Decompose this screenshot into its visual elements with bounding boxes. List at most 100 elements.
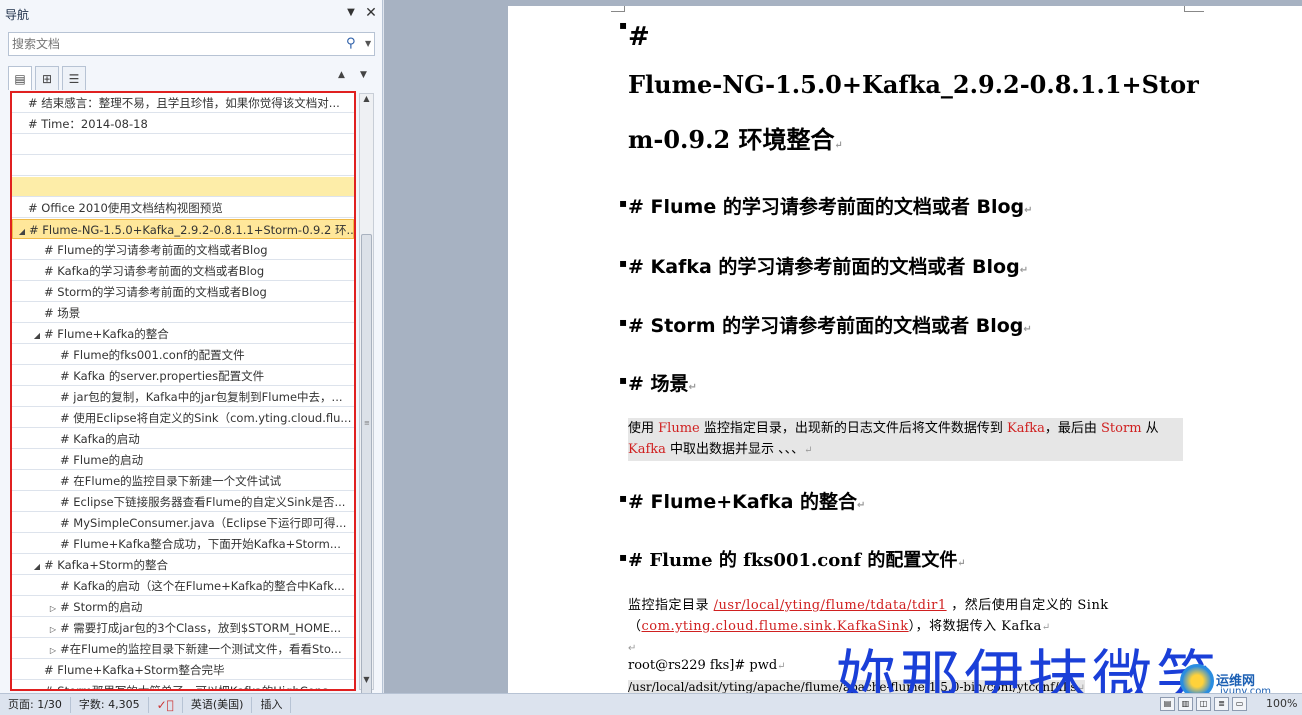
headings-icon: ▤ <box>14 71 26 86</box>
tree-item[interactable]: # Flume+Kafka整合成功，下面开始Kafka+Storm... <box>12 534 354 554</box>
tree-item[interactable] <box>12 156 354 176</box>
tree-item[interactable]: # 结束感言：整理不易，且学且珍惜，如果你觉得该文档对... <box>12 93 354 113</box>
status-word-count[interactable]: 字数: 4,305 <box>71 696 149 713</box>
tree-item[interactable]: # Kafka的启动 <box>12 429 354 449</box>
view-buttons: ▤ ▥ ◫ ≣ ▭ <box>1160 697 1247 711</box>
full-screen-reading-icon[interactable]: ▥ <box>1178 697 1193 711</box>
expand-toggle-icon[interactable]: ▷ <box>48 641 58 658</box>
tree-item[interactable]: # Flume+Kafka+Storm整合完毕 <box>12 660 354 680</box>
scroll-down-arrow-icon[interactable]: ▼ <box>360 675 373 689</box>
tree-item-label: # Time：2014-08-18 <box>28 117 148 131</box>
zoom-level[interactable]: 100% <box>1266 697 1297 710</box>
tree-item-label: #在Flume的监控目录下新建一个测试文件，看看Sto... <box>60 642 342 656</box>
heading-storm-study: ▪ # Storm 的学习请参考前面的文档或者 Blog↵ <box>619 315 1032 337</box>
tree-item[interactable]: ◢ # Flume+Kafka的整合 <box>12 324 354 344</box>
tree-item[interactable]: # Office 2010使用文档结构视图预览 <box>12 198 354 218</box>
tree-item[interactable]: ▷ # Storm的启动 <box>12 597 354 617</box>
scroll-up-arrow-icon[interactable]: ▲ <box>360 94 373 108</box>
crop-mark-left <box>611 6 625 12</box>
close-icon[interactable]: ✕ <box>364 5 378 21</box>
tree-item-label: # 结束感言：整理不易，且学且珍惜，如果你觉得该文档对... <box>28 96 340 110</box>
tree-item-label: # Flume的fks001.conf的配置文件 <box>60 348 245 362</box>
tree-item[interactable]: # Kafka的学习请参考前面的文档或者Blog <box>12 261 354 281</box>
tree-item[interactable]: # Eclipse下链接服务器查看Flume的自定义Sink是否... <box>12 492 354 512</box>
print-layout-icon[interactable]: ▤ <box>1160 697 1175 711</box>
tree-scrollbar[interactable]: ▲ ≡ ▼ <box>359 93 374 709</box>
status-spell-check[interactable]: ✓⃠ <box>149 696 183 713</box>
heading-scene: ▪ # 场景↵ <box>619 373 697 395</box>
search-icon[interactable]: ⚲ <box>346 36 360 52</box>
spell-check-icon: ✓⃠ <box>156 697 174 712</box>
command-line: root@rs229 fks]# pwd↵ <box>628 658 786 673</box>
tree-item-label: # Kafka+Storm的整合 <box>44 558 168 572</box>
chevron-down-icon[interactable]: ▼ <box>344 7 358 21</box>
status-insert-mode[interactable]: 插入 <box>252 696 292 713</box>
tree-item-label: # Flume+Kafka的整合 <box>44 327 169 341</box>
tree-item-label: # Flume的启动 <box>60 453 144 467</box>
tree-item[interactable]: # Storm那里写的太简单了，可以把Kafka的HighCons... <box>12 681 354 691</box>
tree-item[interactable]: # MySimpleConsumer.java（Eclipse下运行即可得... <box>12 513 354 533</box>
tree-item-label: # Storm那里写的太简单了，可以把Kafka的HighCons... <box>44 684 340 691</box>
pages-icon: ⊞ <box>41 71 53 86</box>
tree-item-label: # Flume+Kafka+Storm整合完毕 <box>44 663 225 677</box>
nav-view-tabs: ▤ ⊞ ☰ <box>8 66 89 90</box>
status-bar: 页面: 1/30 字数: 4,305 ✓⃠ 英语(美国) 插入 ▤ ▥ ◫ ≣ … <box>0 693 1302 715</box>
tree-item[interactable]: # Flume的启动 <box>12 450 354 470</box>
tree-item[interactable]: # 在Flume的监控目录下新建一个文件试试 <box>12 471 354 491</box>
tree-item[interactable]: # Kafka的启动（这个在Flume+Kafka的整合中Kafk... <box>12 576 354 596</box>
tree-item[interactable]: # jar包的复制，Kafka中的jar包复制到Flume中去，... <box>12 387 354 407</box>
scene-paragraph: 使用 Flume 监控指定目录，出现新的日志文件后将文件数据传到 Kafka，最… <box>628 418 1183 461</box>
doc-title-line-2: Flume-NG-1.5.0+Kafka_2.9.2-0.8.1.1+Stor <box>628 70 1199 99</box>
next-heading-button[interactable]: ▼ <box>360 70 367 80</box>
tab-pages[interactable]: ⊞ <box>35 66 59 90</box>
heading-kafka-study: ▪ # Kafka 的学习请参考前面的文档或者 Blog↵ <box>619 256 1029 278</box>
tree-item-label: # Kafka的启动 <box>60 432 140 446</box>
heading-fks001-conf: ▪ # Flume 的 fks001.conf 的配置文件↵ <box>619 550 966 571</box>
expand-toggle-icon[interactable]: ◢ <box>32 557 42 574</box>
tree-item-label: # Flume+Kafka整合成功，下面开始Kafka+Storm... <box>60 537 341 551</box>
doc-title-line-3: m-0.9.2 环境整合↵ <box>628 125 843 154</box>
tree-item[interactable]: ▷ #在Flume的监控目录下新建一个测试文件，看看Sto... <box>12 639 354 659</box>
tree-item-label: # Storm的学习请参考前面的文档或者Blog <box>44 285 267 299</box>
tree-item[interactable]: # 使用Eclipse将自定义的Sink（com.yting.cloud.flu… <box>12 408 354 428</box>
tree-item[interactable]: ◢ # Flume-NG-1.5.0+Kafka_2.9.2-0.8.1.1+St… <box>12 219 354 239</box>
tree-item-label: # Flume-NG-1.5.0+Kafka_2.9.2-0.8.1.1+Sto… <box>29 223 354 237</box>
tree-item[interactable]: # Storm的学习请参考前面的文档或者Blog <box>12 282 354 302</box>
tree-item[interactable]: # Flume的学习请参考前面的文档或者Blog <box>12 240 354 260</box>
document-page[interactable]: ▪ # Flume-NG-1.5.0+Kafka_2.9.2-0.8.1.1+St… <box>508 6 1302 693</box>
tree-item[interactable]: ◢ # Kafka+Storm的整合 <box>12 555 354 575</box>
expand-toggle-icon[interactable]: ◢ <box>32 326 42 343</box>
tree-item[interactable]: # Time：2014-08-18 <box>12 114 354 134</box>
grip-icon: ≡ <box>364 419 370 427</box>
tree-item[interactable]: # 场景 <box>12 303 354 323</box>
draft-view-icon[interactable]: ▭ <box>1232 697 1247 711</box>
expand-toggle-icon[interactable]: ◢ <box>17 222 27 238</box>
search-options-caret[interactable]: ▼ <box>365 39 371 48</box>
heading-flume-study: ▪ # Flume 的学习请参考前面的文档或者 Blog↵ <box>619 196 1033 218</box>
tree-item[interactable] <box>12 177 354 197</box>
tree-item[interactable]: # Flume的fks001.conf的配置文件 <box>12 345 354 365</box>
search-input[interactable] <box>9 34 339 54</box>
tree-item-label: # Kafka 的server.properties配置文件 <box>60 369 265 383</box>
previous-heading-button[interactable]: ▲ <box>338 70 345 80</box>
expand-toggle-icon[interactable]: ▷ <box>48 620 58 637</box>
tab-results[interactable]: ☰ <box>62 66 86 90</box>
tree-item-label: # Eclipse下链接服务器查看Flume的自定义Sink是否... <box>60 495 346 509</box>
tree-item-label: # Flume的学习请参考前面的文档或者Blog <box>44 243 268 257</box>
nav-header: 导航 <box>0 0 383 28</box>
scrollbar-thumb[interactable]: ≡ <box>361 234 372 709</box>
expand-toggle-icon[interactable]: ▷ <box>48 599 58 616</box>
tree-item-label: # Office 2010使用文档结构视图预览 <box>28 201 223 215</box>
outline-view-icon[interactable]: ≣ <box>1214 697 1229 711</box>
tab-headings[interactable]: ▤ <box>8 66 32 90</box>
tree-item[interactable]: # Kafka 的server.properties配置文件 <box>12 366 354 386</box>
navigation-pane: 导航 ▼ ✕ ⚲ ▼ ▤ ⊞ ☰ ▲ ▼ # 结束感言：整理不易，且学且珍惜，如… <box>0 0 383 709</box>
tree-item[interactable] <box>12 135 354 155</box>
status-language[interactable]: 英语(美国) <box>183 696 253 713</box>
tree-item-label: # MySimpleConsumer.java（Eclipse下运行即可得... <box>60 516 347 530</box>
results-icon: ☰ <box>68 71 80 86</box>
tree-item-label: # Kafka的学习请参考前面的文档或者Blog <box>44 264 265 278</box>
web-layout-icon[interactable]: ◫ <box>1196 697 1211 711</box>
status-page[interactable]: 页面: 1/30 <box>0 696 71 713</box>
tree-item[interactable]: ▷ # 需要打成jar包的3个Class，放到$STORM_HOME... <box>12 618 354 638</box>
